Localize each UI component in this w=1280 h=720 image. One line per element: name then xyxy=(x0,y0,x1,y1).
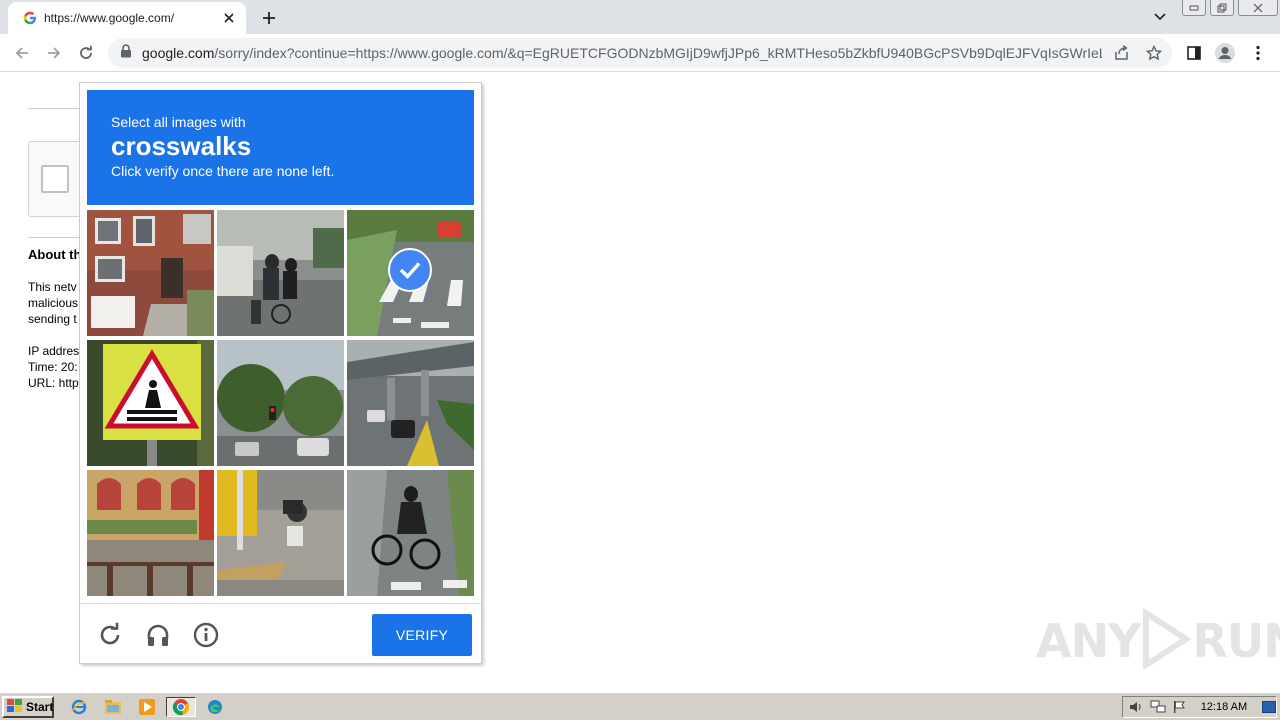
image-tile[interactable] xyxy=(347,210,474,336)
system-tray: 12:18 AM xyxy=(1122,696,1277,718)
instruction-text: Select all images with xyxy=(111,114,246,130)
info-icon[interactable] xyxy=(192,621,220,649)
file-explorer-icon[interactable] xyxy=(102,697,124,717)
image-tile[interactable] xyxy=(87,210,214,336)
media-player-icon[interactable] xyxy=(136,697,158,717)
play-triangle-icon xyxy=(1140,606,1192,674)
menu-kebab-icon[interactable] xyxy=(1246,41,1270,65)
time-line: Time: 20: xyxy=(28,360,78,374)
reload-challenge-icon[interactable] xyxy=(96,621,124,649)
start-button[interactable]: Start xyxy=(2,696,54,718)
minimize-window-icon[interactable] xyxy=(1182,0,1206,16)
window-controls xyxy=(1182,0,1280,16)
share-icon[interactable] xyxy=(1112,43,1132,63)
image-tile[interactable] xyxy=(217,210,344,336)
chrome-icon[interactable] xyxy=(166,697,196,717)
action-center-flag-icon[interactable] xyxy=(1172,699,1187,715)
new-tab-button[interactable] xyxy=(258,7,280,29)
audio-headphones-icon[interactable] xyxy=(144,621,172,649)
restore-window-icon[interactable] xyxy=(1210,0,1234,16)
network-icon[interactable] xyxy=(1150,699,1166,715)
anyrun-watermark: ANY RUN xyxy=(1036,606,1280,676)
divider xyxy=(28,108,80,109)
close-window-icon[interactable] xyxy=(1238,0,1278,16)
image-tile[interactable] xyxy=(347,340,474,466)
back-arrow-icon[interactable] xyxy=(10,41,34,65)
image-tile[interactable] xyxy=(347,470,474,596)
image-tile[interactable] xyxy=(217,340,344,466)
start-label: Start xyxy=(26,700,54,714)
url-path: /sorry/index?continue=https://www.google… xyxy=(214,45,1102,61)
tab-title: https://www.google.com/ xyxy=(44,11,175,25)
ip-address-line: IP addres xyxy=(28,344,80,358)
bookmark-star-icon[interactable] xyxy=(1144,43,1164,63)
target-keyword: crosswalks xyxy=(111,131,252,161)
challenge-footer: VERIFY xyxy=(80,603,481,663)
profile-avatar-icon[interactable] xyxy=(1213,41,1237,65)
url-line: URL: http xyxy=(28,376,79,390)
windows-logo-icon xyxy=(7,698,23,716)
about-text-line: malicious xyxy=(28,296,79,310)
recaptcha-challenge: Select all images with crosswalks Click … xyxy=(79,82,482,664)
selected-checkmark-icon xyxy=(388,248,432,292)
divider xyxy=(28,237,80,238)
side-panel-icon[interactable] xyxy=(1182,41,1206,65)
challenge-header: Select all images with crosswalks Click … xyxy=(87,90,474,205)
forward-arrow-icon[interactable] xyxy=(42,41,66,65)
windows-taskbar: Start 12:18 AM xyxy=(0,692,1280,720)
image-grid xyxy=(87,210,474,596)
volume-icon[interactable] xyxy=(1129,699,1144,715)
browser-tab[interactable]: https://www.google.com/ xyxy=(8,2,246,34)
lock-icon[interactable] xyxy=(120,43,132,63)
internet-explorer-icon[interactable] xyxy=(68,697,90,717)
about-text-line: This netv xyxy=(28,280,77,294)
reload-icon[interactable] xyxy=(74,41,98,65)
browser-toolbar: google.com/sorry/index?continue=https://… xyxy=(0,34,1280,72)
verify-button[interactable]: VERIFY xyxy=(372,614,472,656)
google-favicon-icon xyxy=(22,10,38,26)
edge-icon[interactable] xyxy=(204,697,226,717)
image-tile[interactable] xyxy=(87,340,214,466)
about-heading: About th xyxy=(28,247,80,262)
watermark-text: RUN xyxy=(1192,614,1280,668)
about-text-line: sending t xyxy=(28,312,77,326)
address-bar[interactable]: google.com/sorry/index?continue=https://… xyxy=(108,38,1172,68)
image-tile[interactable] xyxy=(87,470,214,596)
url-text[interactable]: google.com/sorry/index?continue=https://… xyxy=(142,45,1102,61)
image-tile[interactable] xyxy=(217,470,344,596)
close-tab-icon[interactable] xyxy=(220,9,238,27)
clock: 12:18 AM xyxy=(1200,701,1248,713)
url-host: google.com xyxy=(142,45,215,61)
recaptcha-checkbox[interactable] xyxy=(41,165,69,193)
show-desktop-icon[interactable] xyxy=(1261,699,1276,715)
watermark-text: ANY xyxy=(1036,614,1141,668)
tab-strip: https://www.google.com/ xyxy=(0,0,1280,34)
instruction-subtext: Click verify once there are none left. xyxy=(111,163,335,179)
tab-search-chevron-icon[interactable] xyxy=(1150,8,1170,26)
